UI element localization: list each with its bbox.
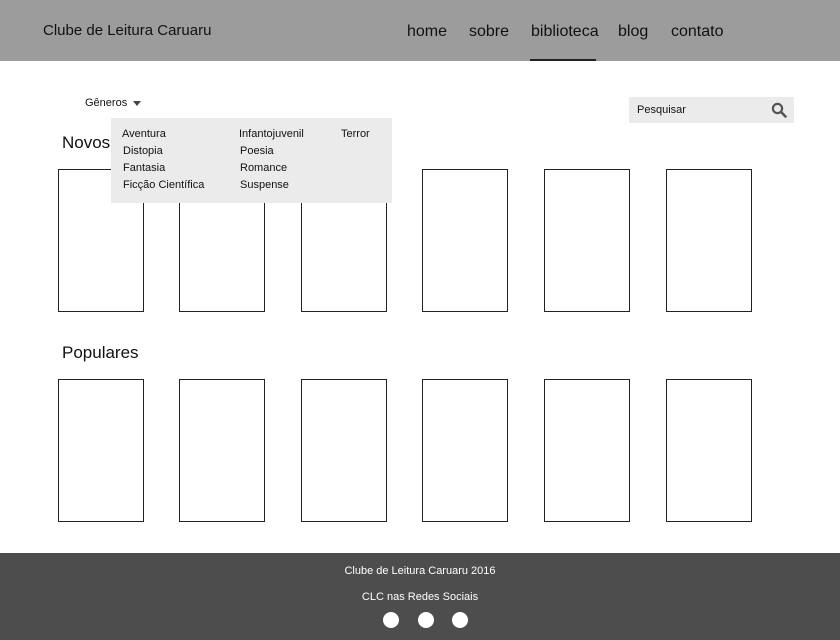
genres-label: Gêneros xyxy=(85,97,128,109)
book-card[interactable] xyxy=(301,379,387,522)
genre-item-aventura[interactable]: Aventura xyxy=(122,128,166,140)
footer-copyright: Clube de Leitura Caruaru 2016 xyxy=(344,565,496,577)
book-card[interactable] xyxy=(544,169,630,312)
chevron-down-icon xyxy=(133,100,142,106)
nav-sobre[interactable]: sobre xyxy=(469,23,509,41)
genre-item-distopia[interactable]: Distopia xyxy=(123,145,163,157)
genre-item-romance[interactable]: Romance xyxy=(240,162,287,174)
social-icon[interactable] xyxy=(452,612,468,628)
genre-item-infantojuvenil[interactable]: Infantojuvenil xyxy=(239,128,304,140)
social-icon[interactable] xyxy=(383,612,399,628)
footer: Clube de Leitura Caruaru 2016 CLC nas Re… xyxy=(0,553,840,640)
book-card[interactable] xyxy=(58,379,144,522)
genres-dropdown-toggle[interactable]: Gêneros xyxy=(85,97,142,109)
genre-item-terror[interactable]: Terror xyxy=(341,128,370,140)
footer-social-label: CLC nas Redes Sociais xyxy=(361,591,479,603)
section-title-novos: Novos xyxy=(62,133,111,152)
social-icon[interactable] xyxy=(418,612,434,628)
book-card[interactable] xyxy=(422,379,508,522)
nav-contato[interactable]: contato xyxy=(671,23,723,41)
active-nav-indicator xyxy=(530,59,596,61)
genres-dropdown-menu: Aventura Distopia Fantasia Ficção Cientí… xyxy=(111,118,392,203)
genre-item-ficcao-cientifica[interactable]: Ficção Científica xyxy=(123,179,204,191)
book-card[interactable] xyxy=(666,379,752,522)
book-card[interactable] xyxy=(544,379,630,522)
nav-blog[interactable]: blog xyxy=(618,23,648,41)
genre-item-suspense[interactable]: Suspense xyxy=(240,179,289,191)
book-card[interactable] xyxy=(179,379,265,522)
genre-item-fantasia[interactable]: Fantasia xyxy=(123,162,165,174)
nav-home[interactable]: home xyxy=(407,23,447,41)
header: Clube de Leitura Caruaru home sobre bibl… xyxy=(0,0,840,61)
search-box xyxy=(629,97,794,123)
genre-item-poesia[interactable]: Poesia xyxy=(240,145,274,157)
search-input[interactable] xyxy=(629,97,764,123)
nav-biblioteca[interactable]: biblioteca xyxy=(531,23,599,41)
book-card[interactable] xyxy=(422,169,508,312)
search-icon[interactable] xyxy=(771,102,787,118)
site-brand[interactable]: Clube de Leitura Caruaru xyxy=(43,22,211,39)
section-title-populares: Populares xyxy=(62,343,139,362)
book-card[interactable] xyxy=(666,169,752,312)
